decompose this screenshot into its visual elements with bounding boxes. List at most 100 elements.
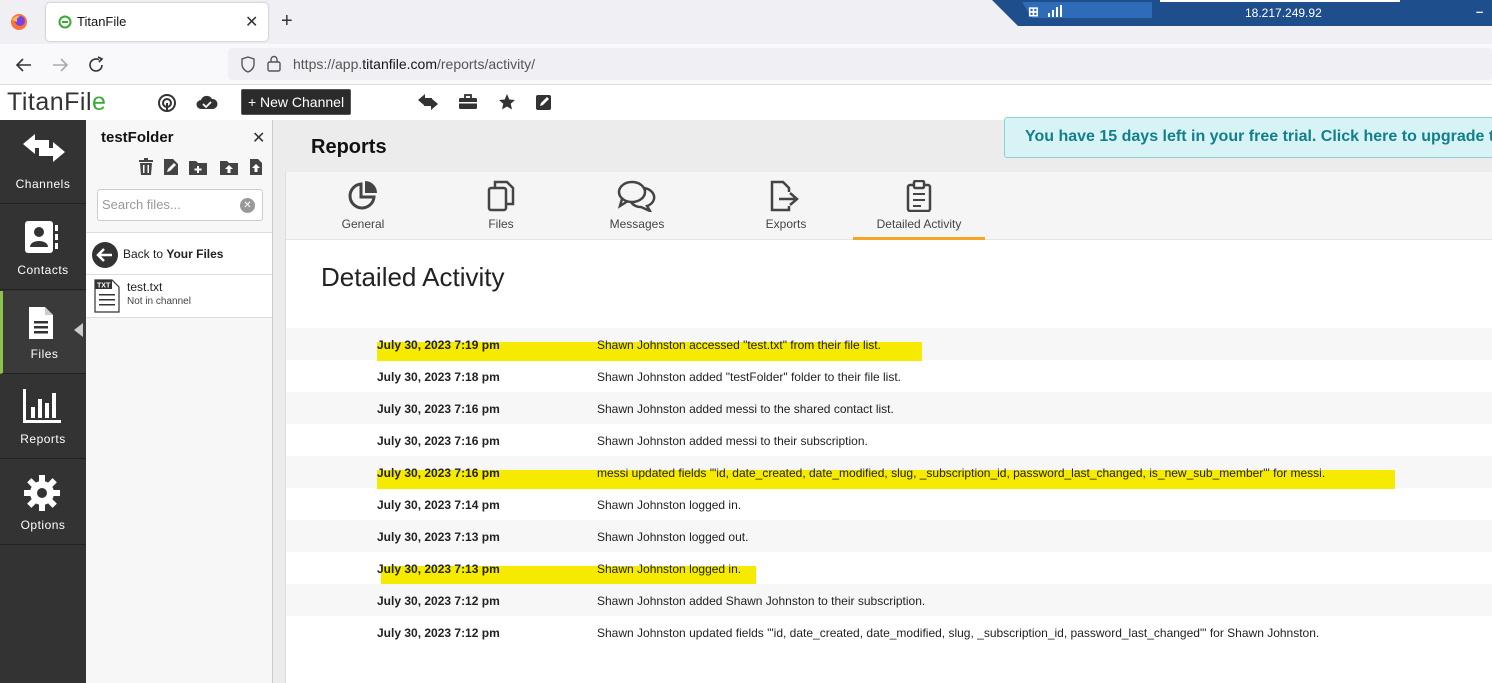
file-status: Not in channel xyxy=(127,296,191,307)
new-channel-button[interactable]: + New Channel xyxy=(241,89,351,115)
activity-timestamp: July 30, 2023 7:14 pm xyxy=(377,498,500,512)
titanfile-favicon-icon xyxy=(58,15,72,29)
tab-detailed-activity[interactable]: Detailed Activity xyxy=(853,172,985,240)
back-label: Back to Your Files xyxy=(123,247,223,261)
close-icon[interactable]: ✕ xyxy=(252,128,265,148)
remote-session-bar xyxy=(992,0,1492,26)
trial-upgrade-banner[interactable]: You have 15 days left in your free trial… xyxy=(1004,117,1492,158)
url-domain: titanfile.com xyxy=(362,56,437,72)
browser-tab-titanfile[interactable]: TitanFile ✕ xyxy=(46,3,268,41)
nav-label: Files xyxy=(30,347,59,361)
activity-description: Shawn Johnston added messi to the shared… xyxy=(597,402,894,416)
folder-toolbar xyxy=(136,158,266,180)
edit-file-icon[interactable] xyxy=(163,158,179,176)
left-navigation: Channels Contacts Files Reports Options xyxy=(0,120,86,683)
remote-minimize-icon[interactable]: – xyxy=(1476,4,1483,19)
activity-row: July 30, 2023 7:16 pm messi updated fiel… xyxy=(286,456,1492,489)
browser-nav-bar: https://app.titanfile.com/reports/activi… xyxy=(0,44,1492,85)
active-nav-caret xyxy=(74,323,83,337)
activity-description: Shawn Johnston added Shawn Johnston to t… xyxy=(597,594,926,608)
activity-row: July 30, 2023 7:13 pm Shawn Johnston log… xyxy=(286,552,1492,585)
back-arrow-icon[interactable] xyxy=(13,54,35,76)
activity-description: Shawn Johnston logged out. xyxy=(597,530,749,544)
bar-chart-icon xyxy=(23,389,61,423)
nav-contacts[interactable]: Contacts xyxy=(0,205,86,290)
activity-row: July 30, 2023 7:14 pm Shawn Johnston log… xyxy=(286,488,1492,520)
activity-description: Shawn Johnston logged in. xyxy=(597,562,742,576)
back-target: Your Files xyxy=(166,247,224,261)
activity-timestamp: July 30, 2023 7:12 pm xyxy=(377,594,500,608)
upload-folder-icon[interactable] xyxy=(219,158,239,176)
logo-text: TitanFil xyxy=(7,88,93,116)
tab-label: Files xyxy=(488,217,514,231)
new-tab-button[interactable]: + xyxy=(281,10,293,33)
activity-description: Shawn Johnston added messi to their subs… xyxy=(597,434,868,448)
edit-note-icon[interactable] xyxy=(535,93,553,111)
activity-timestamp: July 30, 2023 7:13 pm xyxy=(377,530,500,544)
url-text[interactable]: https://app.titanfile.com/reports/activi… xyxy=(293,56,535,72)
tab-label: Detailed Activity xyxy=(876,217,962,231)
tab-label: General xyxy=(341,217,385,231)
nav-reports[interactable]: Reports xyxy=(0,375,86,459)
activity-description: Shawn Johnston updated fields '"id, date… xyxy=(597,626,1320,640)
nav-channels[interactable]: Channels xyxy=(0,120,86,204)
tab-label: Exports xyxy=(765,217,807,231)
activity-description: messi updated fields '"id, date_created,… xyxy=(597,466,1326,480)
forward-arrow-icon[interactable] xyxy=(49,54,71,76)
address-bar[interactable]: https://app.titanfile.com/reports/activi… xyxy=(228,48,1492,80)
activity-row: July 30, 2023 7:19 pm Shawn Johnston acc… xyxy=(286,328,1492,361)
star-icon[interactable] xyxy=(498,93,516,111)
activity-row: July 30, 2023 7:18 pm Shawn Johnston add… xyxy=(286,360,1492,392)
activity-row: July 30, 2023 7:12 pm Shawn Johnston add… xyxy=(286,584,1492,616)
contact-card-icon xyxy=(25,221,58,253)
toolbox-icon[interactable] xyxy=(458,93,478,111)
folder-title: testFolder xyxy=(101,129,174,146)
tab-files[interactable]: Files xyxy=(456,172,546,240)
remote-ip-address: 18.217.249.92 xyxy=(1245,6,1322,20)
reload-icon[interactable] xyxy=(85,54,107,76)
activity-description: Shawn Johnston added "testFolder" folder… xyxy=(597,370,902,384)
transfer-arrows-icon[interactable] xyxy=(416,93,440,111)
tab-exports[interactable]: Exports xyxy=(741,172,831,240)
files-icon xyxy=(487,180,515,212)
pin-icon[interactable]: ⊞ xyxy=(1028,4,1039,20)
titanfile-logo[interactable]: TitanFile xyxy=(7,88,106,117)
tab-label: Messages xyxy=(609,217,665,231)
activity-description: Shawn Johnston accessed "test.txt" from … xyxy=(597,338,881,352)
folder-panel: testFolder ✕ ✕ Back to Your Files TXT te… xyxy=(86,120,273,683)
tab-general[interactable]: General xyxy=(308,172,418,240)
lock-icon[interactable] xyxy=(267,55,281,72)
nav-label: Contacts xyxy=(17,263,69,277)
radar-icon[interactable] xyxy=(157,93,177,113)
search-files-input[interactable] xyxy=(102,197,232,212)
url-path: /reports/activity/ xyxy=(436,56,536,72)
new-folder-icon[interactable] xyxy=(188,158,208,176)
back-to-your-files[interactable]: Back to Your Files xyxy=(86,232,272,275)
activity-row: July 30, 2023 7:12 pm Shawn Johnston upd… xyxy=(286,616,1492,648)
activity-timestamp: July 30, 2023 7:16 pm xyxy=(377,402,500,416)
activity-description: Shawn Johnston logged in. xyxy=(597,498,742,512)
tab-messages[interactable]: Messages xyxy=(591,172,683,240)
firefox-icon[interactable] xyxy=(9,12,29,32)
txt-file-icon: TXT xyxy=(94,279,120,313)
file-list-item[interactable]: TXT test.txt Not in channel xyxy=(86,275,272,318)
shield-icon[interactable] xyxy=(240,56,256,73)
tab-close-icon[interactable]: ✕ xyxy=(245,12,258,32)
nav-label: Reports xyxy=(20,432,66,446)
signal-icon xyxy=(1048,5,1062,17)
nav-options[interactable]: Options xyxy=(0,460,86,545)
upload-file-icon[interactable] xyxy=(249,158,263,176)
cloud-check-icon[interactable] xyxy=(196,93,218,111)
chat-bubbles-icon xyxy=(617,180,656,212)
app-header: TitanFile + New Channel xyxy=(0,85,1492,120)
arrows-icon xyxy=(23,134,65,162)
txt-badge: TXT xyxy=(97,283,111,290)
activity-row: July 30, 2023 7:16 pm Shawn Johnston add… xyxy=(286,392,1492,424)
back-prefix: Back to xyxy=(123,247,167,261)
clear-search-icon[interactable]: ✕ xyxy=(240,198,255,213)
browser-tab-bar: TitanFile ✕ + ⊞ 18.217.249.92 – xyxy=(0,0,1492,44)
nav-label: Options xyxy=(20,518,66,532)
trash-icon[interactable] xyxy=(138,158,154,176)
page-title: Reports xyxy=(311,136,387,158)
url-prefix: https://app. xyxy=(293,56,363,72)
